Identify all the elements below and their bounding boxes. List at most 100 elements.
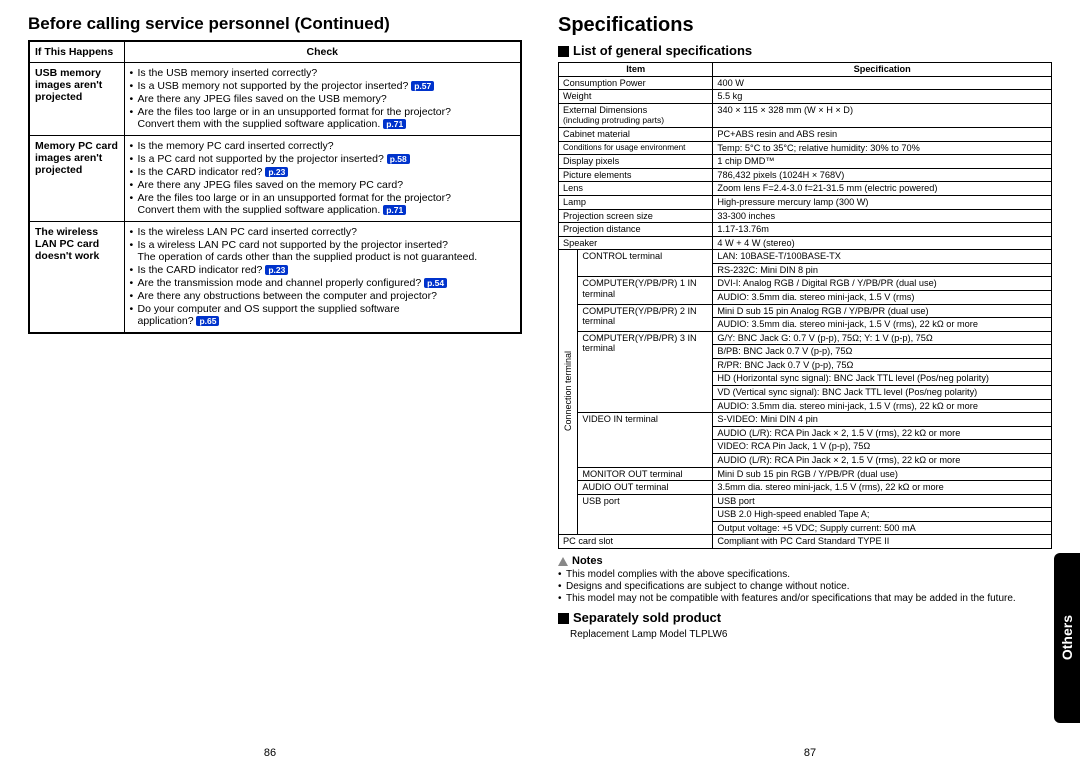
r1i1: Is the USB memory inserted correctly?: [138, 67, 318, 79]
r3i2b: The operation of cards other than the su…: [138, 251, 478, 263]
r2i5a: Are the files too large or in an unsuppo…: [138, 192, 451, 204]
c2l: COMPUTER(Y/PB/PR) 1 IN terminal: [578, 277, 713, 304]
r3i6b: application?: [138, 315, 194, 327]
c1v2: RS-232C: Mini DIN 8 pin: [713, 263, 1052, 277]
r3i4: Are the transmission mode and channel pr…: [138, 277, 422, 289]
specs-table: ItemSpecification Consumption Power400 W…: [558, 62, 1052, 549]
s7l: Picture elements: [559, 168, 713, 182]
page-num-87: 87: [804, 747, 816, 759]
c4l: COMPUTER(Y/PB/PR) 3 IN terminal: [578, 331, 713, 412]
c5v3: VIDEO: RCA Pin Jack, 1 V (p-p), 75Ω: [713, 440, 1052, 454]
n2: Designs and specifications are subject t…: [566, 581, 850, 592]
row3-label: The wireless LAN PC card doesn't work: [29, 222, 124, 334]
ref-p71b: p.71: [383, 205, 406, 215]
replacement-lamp: Replacement Lamp Model TLPLW6: [558, 629, 1052, 640]
ref-p23b: p.23: [265, 265, 288, 275]
c2v1: DVI-I: Analog RGB / Digital RGB / Y/PB/P…: [713, 277, 1052, 291]
vert-text: Connection terminal: [563, 351, 573, 431]
ref-p54: p.54: [424, 278, 447, 288]
r3i5: Are there any obstructions between the c…: [138, 290, 437, 302]
r3i6a: Do your computer and OS support the supp…: [138, 303, 400, 315]
s1v: 400 W: [713, 76, 1052, 90]
square-icon-2: [558, 613, 569, 624]
s12v: 4 W + 4 W (stereo): [713, 236, 1052, 250]
s13v: Compliant with PC Card Standard TYPE II: [713, 535, 1052, 549]
ref-p58: p.58: [387, 154, 410, 164]
c5l: VIDEO IN terminal: [578, 413, 713, 467]
c1l: CONTROL terminal: [578, 250, 713, 277]
notes-list: This model complies with the above speci…: [558, 569, 1052, 604]
th-item: Item: [559, 63, 713, 77]
r2i3: Is the CARD indicator red?: [138, 166, 263, 178]
row2-label: Memory PC card images aren't projected: [29, 136, 124, 222]
s5v: Temp: 5°C to 35°C; relative humidity: 30…: [713, 141, 1052, 155]
r3i2a: Is a wireless LAN PC card not supported …: [138, 239, 449, 251]
c6v: Mini D sub 15 pin RGB / Y/PB/PR (dual us…: [713, 467, 1052, 481]
s11l: Projection distance: [559, 223, 713, 237]
sec1-text: List of general specifications: [573, 43, 752, 58]
s3la: External Dimensions: [563, 105, 647, 115]
square-icon: [558, 46, 569, 57]
r2i2: Is a PC card not supported by the projec…: [138, 153, 384, 165]
s12l: Speaker: [559, 236, 713, 250]
row1-checks: Is the USB memory inserted correctly? Is…: [124, 63, 521, 136]
s4l: Cabinet material: [559, 128, 713, 142]
r1i3: Are there any JPEG files saved on the US…: [138, 93, 387, 105]
ref-p71a: p.71: [383, 119, 406, 129]
s7v: 786,432 pixels (1024H × 768V): [713, 168, 1052, 182]
row2-checks: Is the memory PC card inserted correctly…: [124, 136, 521, 222]
s10v: 33-300 inches: [713, 209, 1052, 223]
sec-separately-sold: Separately sold product: [558, 610, 1052, 625]
r1i4b: Convert them with the supplied software …: [138, 118, 381, 130]
notes-head-text: Notes: [572, 555, 603, 567]
s13l: PC card slot: [559, 535, 713, 549]
c3v1: Mini D sub 15 pin Analog RGB / Y/PB/PR (…: [713, 304, 1052, 318]
ref-p65: p.65: [196, 316, 219, 326]
r3i1: Is the wireless LAN PC card inserted cor…: [138, 226, 357, 238]
n1: This model complies with the above speci…: [566, 569, 790, 580]
conn-term-vert: Connection terminal: [559, 250, 578, 535]
th-check: Check: [124, 41, 521, 63]
r1i2: Is a USB memory not supported by the pro…: [138, 80, 409, 92]
c8v2: USB 2.0 High-speed enabled Tape A;: [713, 508, 1052, 522]
c4v1: G/Y: BNC Jack G: 0.7 V (p-p), 75Ω; Y: 1 …: [713, 331, 1052, 345]
s4v: PC+ABS resin and ABS resin: [713, 128, 1052, 142]
c4v6: AUDIO: 3.5mm dia. stereo mini-jack, 1.5 …: [713, 399, 1052, 413]
tab-label: Others: [1059, 615, 1075, 660]
s3lb: (including protruding parts): [563, 115, 664, 125]
side-tab-others[interactable]: Others: [1054, 553, 1080, 723]
row1-label: USB memory images aren't projected: [29, 63, 124, 136]
page-num-86: 86: [264, 747, 276, 759]
th-happens: If This Happens: [29, 41, 124, 63]
sec-general-specs: List of general specifications: [558, 43, 1052, 58]
c7v: 3.5mm dia. stereo mini-jack, 1.5 V (rms)…: [713, 481, 1052, 495]
s8l: Lens: [559, 182, 713, 196]
r1i4a: Are the files too large or in an unsuppo…: [138, 106, 451, 118]
c7l: AUDIO OUT terminal: [578, 481, 713, 495]
c4v4: HD (Horizontal sync signal): BNC Jack TT…: [713, 372, 1052, 386]
s2l: Weight: [559, 90, 713, 104]
s3l: External Dimensions(including protruding…: [559, 103, 713, 127]
c5v2: AUDIO (L/R): RCA Pin Jack × 2, 1.5 V (rm…: [713, 426, 1052, 440]
c3v2: AUDIO: 3.5mm dia. stereo mini-jack, 1.5 …: [713, 318, 1052, 332]
c6l: MONITOR OUT terminal: [578, 467, 713, 481]
c8l: USB port: [578, 494, 713, 535]
s2v: 5.5 kg: [713, 90, 1052, 104]
s1l: Consumption Power: [559, 76, 713, 90]
c3l: COMPUTER(Y/PB/PR) 2 IN terminal: [578, 304, 713, 331]
r3i3: Is the CARD indicator red?: [138, 264, 263, 276]
s5l: Conditions for usage environment: [559, 141, 713, 155]
c4v3: R/PR: BNC Jack 0.7 V (p-p), 75Ω: [713, 358, 1052, 372]
n3: This model may not be compatible with fe…: [566, 593, 1016, 604]
notes-heading: Notes: [558, 555, 1052, 567]
page-title-left: Before calling service personnel (Contin…: [28, 14, 522, 34]
troubleshoot-table: If This Happens Check USB memory images …: [28, 40, 522, 334]
s11v: 1.17-13.76m: [713, 223, 1052, 237]
r2i1: Is the memory PC card inserted correctly…: [138, 140, 334, 152]
c1v1: LAN: 10BASE-T/100BASE-TX: [713, 250, 1052, 264]
c4v2: B/PB: BNC Jack 0.7 V (p-p), 75Ω: [713, 345, 1052, 359]
c5v1: S-VIDEO: Mini DIN 4 pin: [713, 413, 1052, 427]
c2v2: AUDIO: 3.5mm dia. stereo mini-jack, 1.5 …: [713, 291, 1052, 305]
s9v: High-pressure mercury lamp (300 W): [713, 195, 1052, 209]
c8v3: Output voltage: +5 VDC; Supply current: …: [713, 521, 1052, 535]
